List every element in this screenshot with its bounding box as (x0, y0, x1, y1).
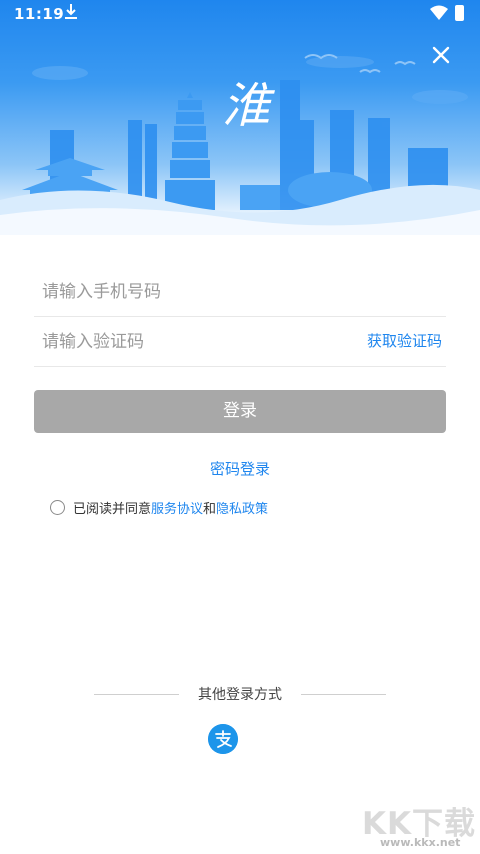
privacy-policy-link[interactable]: 隐私政策 (216, 498, 268, 517)
phone-field-row (34, 266, 446, 318)
watermark: KK下载 www.kkx.net (362, 798, 478, 854)
download-icon (65, 4, 77, 19)
divider-right (301, 694, 386, 695)
code-field-row: 获取验证码 (34, 316, 446, 368)
status-bar: 11:19 (0, 0, 480, 28)
login-button[interactable]: 登录 (34, 390, 446, 433)
password-login-link[interactable]: 密码登录 (210, 460, 270, 478)
close-icon[interactable] (426, 40, 456, 70)
agreement-joiner: 和 (203, 502, 217, 517)
agreement-row: 已阅读并同意 服务协议 和 隐私政策 (50, 498, 268, 517)
calligraphy-logo: 淮 (222, 78, 275, 134)
alipay-icon[interactable] (208, 724, 238, 754)
status-time: 11:19 (14, 5, 65, 23)
watermark-sub: www.kkx.net (380, 836, 461, 849)
city-skyline-illustration: 淮 (0, 54, 480, 235)
header-banner: 淮 11:19 (0, 0, 480, 235)
agreement-prefix: 已阅读并同意 (73, 502, 152, 517)
agreement-checkbox[interactable] (50, 500, 65, 515)
phone-input[interactable] (40, 266, 344, 318)
password-login-row: 密码登录 (0, 458, 480, 479)
battery-icon (455, 5, 464, 21)
verification-code-input[interactable] (40, 316, 344, 368)
other-login-divider: 其他登录方式 (94, 684, 386, 704)
service-agreement-link[interactable]: 服务协议 (151, 498, 203, 517)
get-code-button[interactable]: 获取验证码 (367, 330, 442, 351)
wifi-icon (430, 5, 448, 20)
